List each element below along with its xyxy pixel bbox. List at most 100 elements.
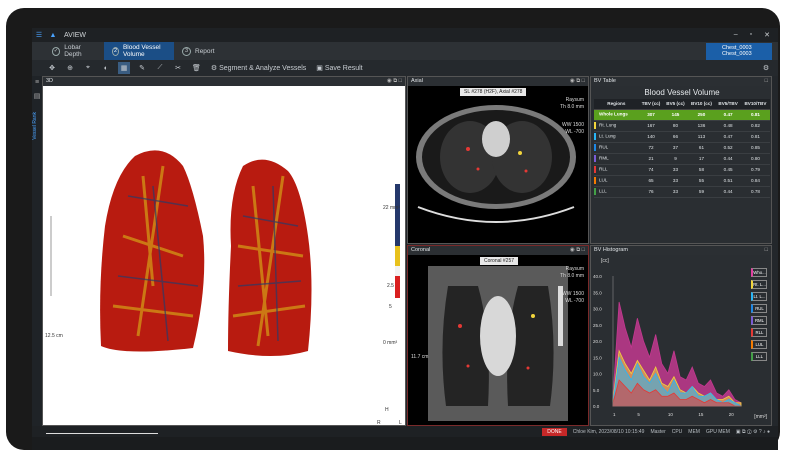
table-row[interactable]: RML 21 9 17 0.44 0.80 [594,153,770,165]
layout-icon[interactable]: ▦ [118,62,130,74]
crosshair-icon[interactable]: ⌖ [82,62,94,74]
legend-toggle[interactable]: Rt. L... [751,280,767,289]
user-icon[interactable]: ● [767,429,770,435]
camera-icon[interactable]: ◉ [387,78,392,84]
measure-icon[interactable]: ⟋ [154,62,166,74]
save-result-button[interactable]: ▣ Save Result [314,62,364,74]
camera-icon[interactable]: ◉ [570,78,575,84]
menu-icon[interactable]: ☰ [32,31,46,39]
maximize-icon[interactable]: □ [582,247,585,253]
cell-bv10: 17 [687,153,716,165]
cell-r5: 0.51 [715,175,741,187]
copy-icon[interactable]: ⧉ [742,429,746,435]
cell-bv5: 66 [663,131,688,143]
region-label: LLL [599,188,607,194]
coronal-raysum: Raysum [565,266,584,272]
y-tick-label: 5.0 [593,388,600,393]
legend-toggle[interactable]: RUL [751,304,767,313]
bell-icon[interactable]: ♪ [763,429,766,435]
region-color-swatch [594,166,596,173]
maximize-icon[interactable]: □ [765,77,768,86]
col-bv5-ratio: BV5/TBV [715,99,741,110]
y-tick-label: 40.0 [593,274,602,279]
legend-toggle[interactable]: RML [751,316,767,325]
maximize-icon[interactable]: □ [765,246,768,255]
panel-coronal[interactable]: Coronal ◉ ⧉ □ Coronal #257 Raysum Th 8.0… [407,245,589,426]
panel-title: Coronal ◉ ⧉ □ [408,246,588,255]
panel-3d[interactable]: 3D ◉ ⧉ □ 22 mm³ 2.5 5 0 mm³ 12.5 cm H R … [42,76,406,426]
cell-region: Rt. Lung [594,120,639,132]
x-tick-label: 10 [668,412,674,417]
cell-r5: 0.45 [715,164,741,176]
maximize-icon[interactable]: □ [582,78,585,84]
copy-icon[interactable]: ⧉ [576,247,580,253]
panel-title: BV Table □ [591,77,771,86]
panel-title-text: BV Table [594,78,616,84]
panel-bv-table: BV Table □ Blood Vessel Volume Regions T… [590,76,772,244]
legend-toggle[interactable]: LUL [751,340,767,349]
image-icon[interactable]: ▣ [736,429,741,435]
help-icon[interactable]: ? [759,429,762,435]
close-icon[interactable]: ✕ [764,31,770,39]
grid-icon[interactable]: ▤ [32,92,42,100]
table-row[interactable]: Whole Lungs 307 145 250 0.47 0.81 [594,109,770,121]
screen-bottom [32,437,778,450]
copy-icon[interactable]: ⧉ [576,78,580,84]
cell-r10: 0.81 [740,131,770,143]
settings-icon[interactable]: ⚙ [753,429,757,435]
tab-blood-vessel-volume[interactable]: 2 Blood Vessel Volume [104,42,174,60]
cell-tbv: 76 [638,186,664,198]
cell-r10: 0.85 [740,142,770,154]
pan-icon[interactable]: ✥ [46,62,58,74]
cell-bv10: 136 [687,120,716,132]
trash-icon[interactable]: 🗑 [190,62,203,74]
table-row[interactable]: LUL 65 33 55 0.51 0.84 [594,175,770,187]
minimize-icon[interactable]: – [734,31,738,39]
x-tick-label: 1 [613,412,616,417]
scale-mid2-label: 5 [389,304,392,310]
coronal-wl: WL -700 [565,298,584,304]
y-tick-label: 10.0 [593,372,602,377]
cell-r5: 0.47 [715,131,741,143]
legend-toggle[interactable]: RLL [751,328,767,337]
region-color-swatch [594,177,596,184]
legend-toggle[interactable]: Lt. L... [751,292,767,301]
legend-toggle[interactable]: Who... [751,268,767,277]
y-tick-label: 35.0 [593,290,602,295]
table-row[interactable]: LLL 76 33 59 0.44 0.78 [594,186,770,198]
status-done-badge: DONE [542,427,567,436]
panel-axial[interactable]: Axial ◉ ⧉ □ SL #278 (H2F), Axial #278 Ra… [407,76,589,244]
info-icon[interactable]: ⓘ [747,429,752,435]
table-row[interactable]: Lt. Lung 140 66 113 0.47 0.81 [594,131,770,143]
maximize-icon[interactable]: □ [399,78,402,84]
legend-toggle[interactable]: LLL [751,352,767,361]
scissors-icon[interactable]: ✂ [172,62,184,74]
list-icon[interactable]: ≡ [32,79,42,86]
zoom-icon[interactable]: ⊕ [64,62,76,74]
cell-region: LUL [594,175,639,187]
cell-tbv: 74 [638,164,664,176]
copy-icon[interactable]: ⧉ [393,78,397,84]
sidebar-vertical-label[interactable]: Vessel Rank [32,112,42,140]
cell-r5: 0.44 [715,153,741,165]
edit-icon[interactable]: ✎ [136,62,148,74]
segment-button[interactable]: ⚙ Segment & Analyze Vessels [209,62,308,74]
panel-title: 3D ◉ ⧉ □ [43,77,405,86]
patient-selector[interactable]: Chest_0003 Chest_0003 [706,43,772,60]
settings-icon[interactable]: ⚙ [760,62,772,74]
tab-report[interactable]: 3 Report [174,42,223,60]
panel-bv-histogram: BV Histogram □ [cc] [mm²] 40.0 35.0 30.0 25… [590,245,772,426]
table-row[interactable]: RLL 74 33 58 0.45 0.79 [594,164,770,176]
histogram-chart: 40.035.030.025.020.015.010.05.00.01 5 10 15… [593,274,742,417]
camera-icon[interactable]: ◉ [570,247,575,253]
restore-icon[interactable]: ▫ [750,31,752,39]
cell-bv10: 59 [687,186,716,198]
window-level-icon[interactable]: ◐ [100,62,112,74]
region-label: LUL [599,177,608,183]
table-row[interactable]: Rt. Lung 167 80 136 0.48 0.82 [594,120,770,132]
y-tick-label: 25.0 [593,323,602,328]
cell-bv5: 37 [663,142,688,154]
segment-label: Segment & Analyze Vessels [219,64,307,72]
tab-lobar-depth[interactable]: ✓ Lobar Depth [44,42,104,60]
table-row[interactable]: RUL 72 37 61 0.52 0.85 [594,142,770,154]
